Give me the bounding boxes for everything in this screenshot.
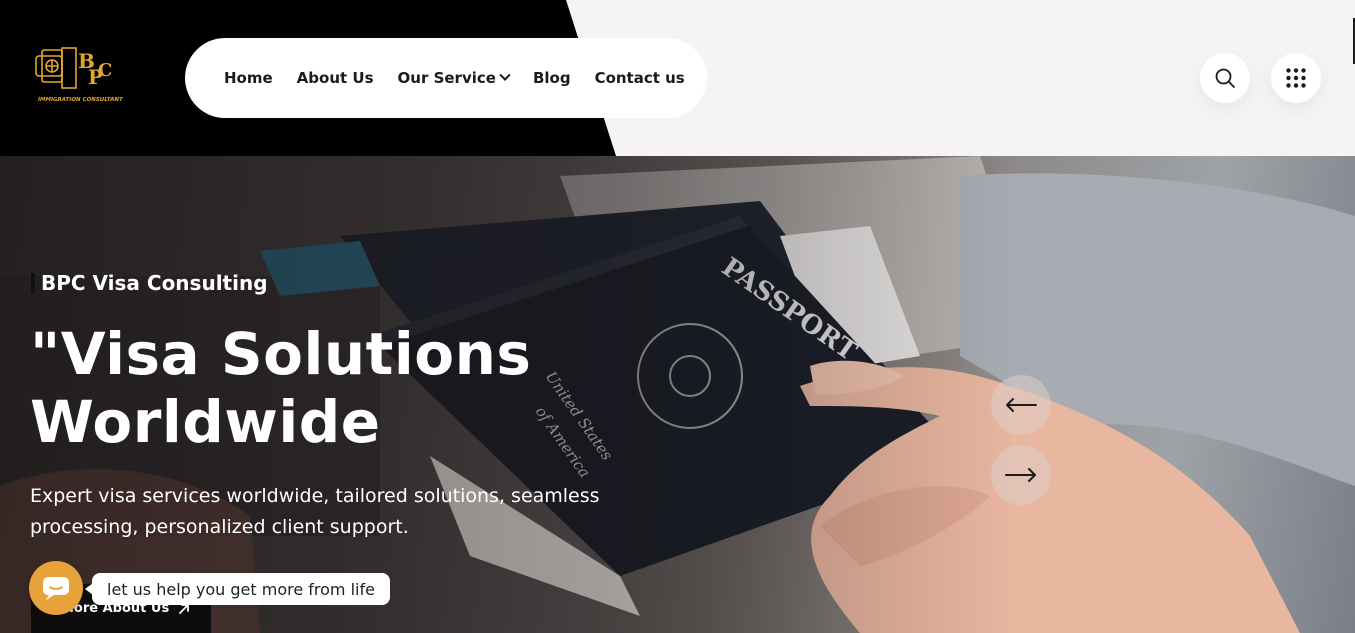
nav-blog[interactable]: Blog	[533, 69, 571, 87]
nav-home[interactable]: Home	[224, 69, 273, 87]
arrow-right-icon	[1005, 468, 1036, 482]
arrow-left-icon	[1006, 398, 1037, 412]
svg-text:IMMIGRATION CONSULTANT: IMMIGRATION CONSULTANT	[38, 97, 124, 103]
hero-subtext: Expert visa services worldwide, tailored…	[30, 481, 650, 543]
hero-headline: "Visa Solutions Worldwide	[30, 320, 650, 456]
grid-menu-icon	[1286, 68, 1306, 88]
search-icon	[1215, 68, 1235, 88]
brand-logo[interactable]: B P C IMMIGRATION CONSULTANT	[32, 42, 128, 106]
svg-text:C: C	[98, 60, 112, 81]
chat-tooltip-text: let us help you get more from life	[107, 579, 375, 599]
nav-home-label: Home	[224, 69, 273, 87]
nav-our-service[interactable]: Our Service	[397, 69, 511, 87]
chat-tooltip[interactable]: let us help you get more from life	[85, 573, 390, 605]
hero-headline-line2: Worldwide	[30, 388, 381, 456]
nav-contact-us[interactable]: Contact us	[595, 69, 685, 87]
slider-prev-button[interactable]	[991, 375, 1051, 435]
slider-next-button[interactable]	[991, 445, 1051, 505]
hero-eyebrow-text: BPC Visa Consulting	[41, 271, 268, 295]
search-button[interactable]	[1200, 53, 1250, 103]
eyebrow-bar	[31, 273, 35, 293]
chevron-down-icon	[499, 69, 511, 81]
nav-contact-us-label: Contact us	[594, 69, 685, 87]
nav-about-us-label: About Us	[296, 69, 374, 87]
main-nav: Home About Us Our Service Blog Contact u…	[185, 38, 707, 118]
hero-eyebrow: BPC Visa Consulting	[31, 271, 268, 295]
chat-icon	[43, 577, 69, 600]
nav-our-service-label: Our Service	[397, 69, 496, 87]
chat-widget-button[interactable]	[29, 561, 83, 615]
grid-menu-button[interactable]	[1271, 53, 1321, 103]
site-header: B P C IMMIGRATION CONSULTANT Home About …	[0, 0, 1355, 156]
nav-blog-label: Blog	[532, 69, 571, 87]
hero-headline-line1: "Visa Solutions	[30, 320, 532, 388]
hero-subtext-line2: processing, personalized client support.	[30, 516, 409, 538]
hero-subtext-line1: Expert visa services worldwide, tailored…	[30, 485, 600, 507]
nav-about-us[interactable]: About Us	[297, 69, 374, 87]
